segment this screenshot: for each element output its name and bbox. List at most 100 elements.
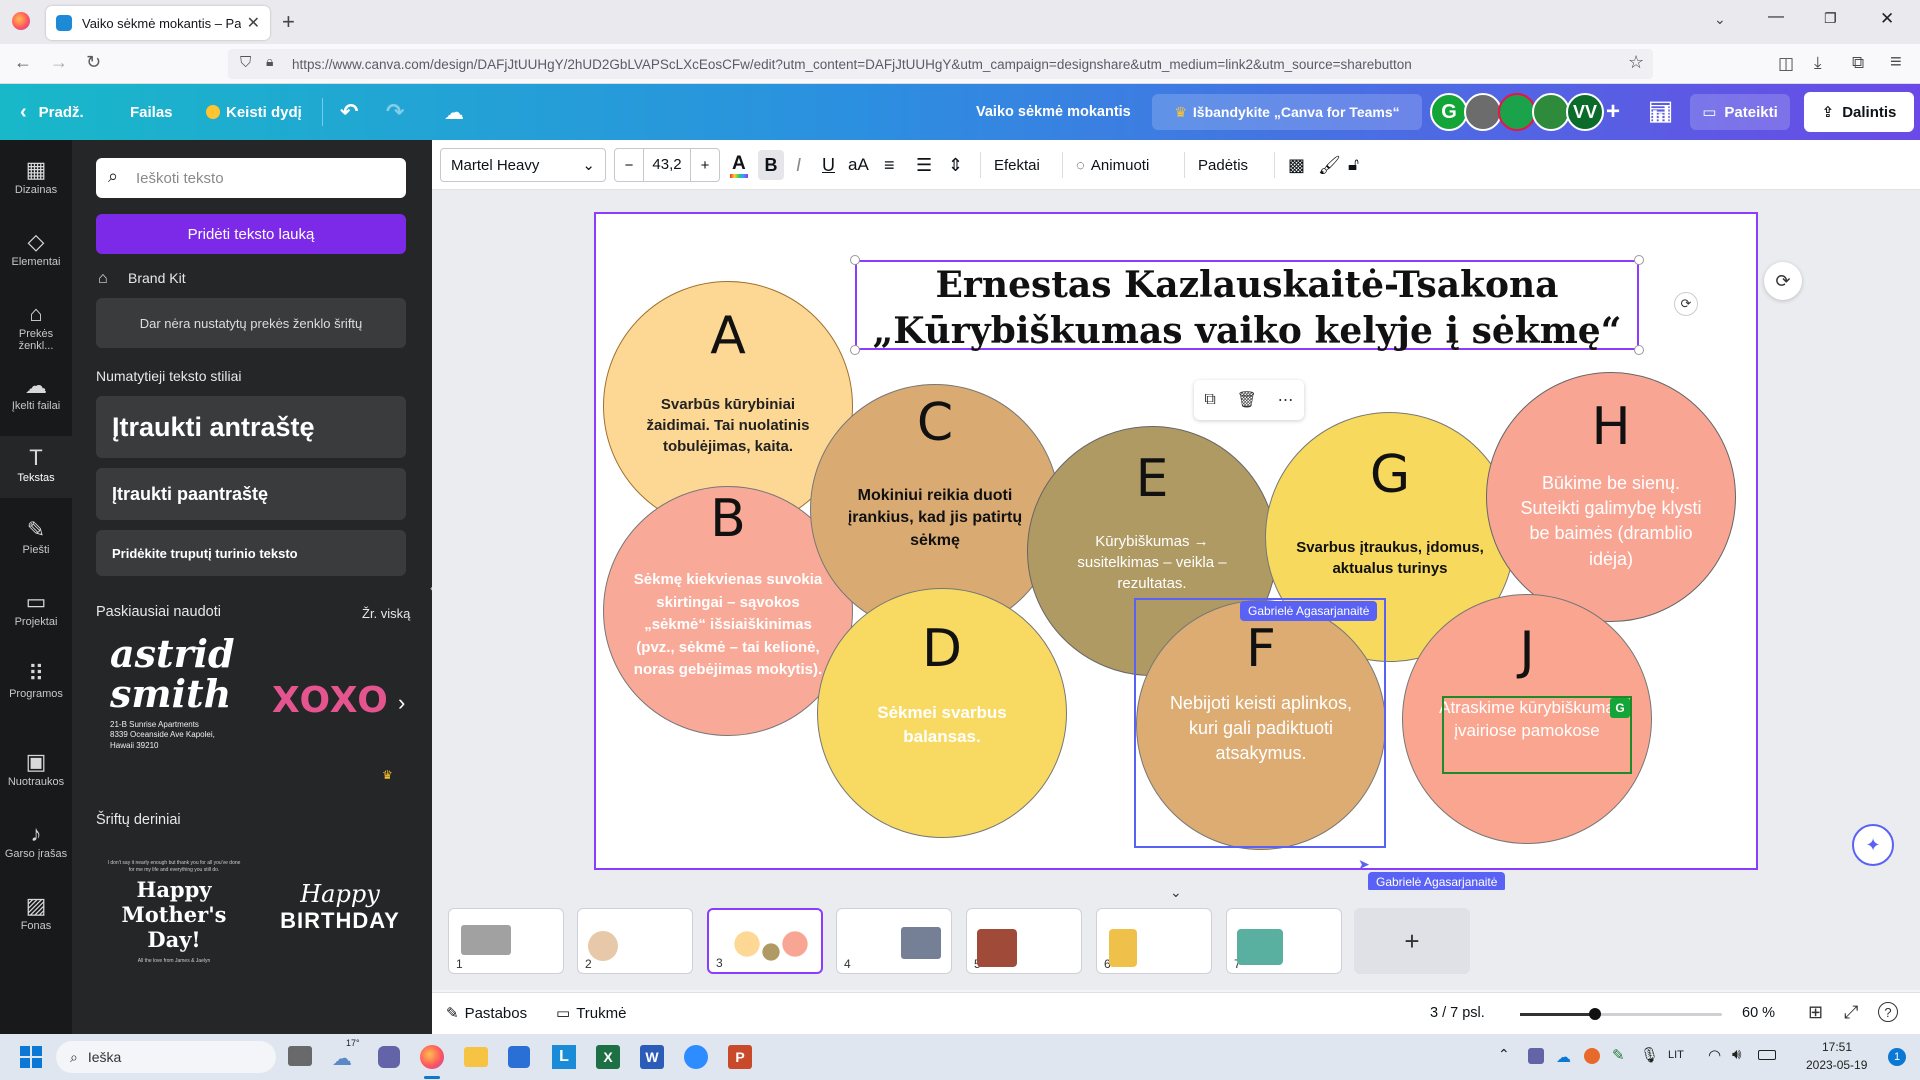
font-size-stepper[interactable]: − 43,2 + [614,148,720,182]
thumb-page-1[interactable]: 1 [448,908,564,974]
minimize-icon[interactable]: — [1768,8,1784,26]
bookmark-star-icon[interactable]: ☆ [1628,52,1644,73]
bullet-list-icon[interactable]: ☰ [916,140,932,190]
battery-icon[interactable] [1758,1050,1776,1060]
word-icon[interactable]: W [640,1045,664,1069]
rail-projects[interactable]: ▭ Projektai [0,580,72,642]
insights-chart-icon[interactable]: 📊︎ [1648,84,1673,140]
tab-list-icon[interactable]: ⌄ [1714,11,1726,28]
tray-app-icon[interactable] [1584,1048,1600,1064]
thumb-page-6[interactable]: 6 [1096,908,1212,974]
document-title[interactable]: Vaiko sėkmė mokantis [976,84,1131,140]
notes-button[interactable]: ✎ Pastabos [446,1004,527,1022]
back-icon[interactable]: ← [14,52,32,73]
text-color-icon[interactable]: A [732,140,746,190]
rail-elements[interactable]: ◇ Elementai [0,220,72,282]
extensions-icon[interactable]: ⧉ [1852,53,1864,73]
page-counter[interactable]: 3 / 7 psl. [1430,1005,1485,1021]
rail-uploads[interactable]: ☁ Įkelti failai [0,364,72,426]
thumb-page-7[interactable]: 7 [1226,908,1342,974]
undo-icon[interactable]: ↶ [340,84,358,140]
tray-mic-icon[interactable]: 🎙︎ [1640,1046,1659,1064]
duplicate-icon[interactable]: ⧉ [1204,391,1215,409]
tray-pen-icon[interactable]: ✎ [1612,1046,1625,1064]
zoom-level[interactable]: 60 % [1742,1005,1775,1021]
lock-icon[interactable]: 🔓︎ [1348,140,1359,190]
volume-icon[interactable]: 🔊︎ [1732,1046,1741,1063]
store-icon[interactable] [508,1046,530,1068]
font-family-dropdown[interactable]: Martel Heavy ⌄ [440,148,606,182]
cloud-save-icon[interactable]: ☁ [444,84,464,140]
thumb-page-4[interactable]: 4 [836,908,952,974]
recent-font-astrid[interactable]: astrid smith 21-B Sunrise Apartments 833… [96,634,246,794]
forward-icon[interactable]: → [50,52,68,73]
lock-icon[interactable]: 🔒︎ [266,53,273,70]
magic-assistant-icon[interactable]: ✦ [1852,824,1894,866]
new-tab-icon[interactable]: + [282,9,295,35]
rail-audio[interactable]: ♪ Garso įrašas [0,812,72,874]
wifi-icon[interactable]: ◠ [1708,1046,1721,1064]
url-field[interactable]: ⛉ 🔒︎ https://www.canva.com/design/DAFjJt… [228,49,1653,79]
combo-mothers-day[interactable]: I don't say it nearly enough but thank y… [96,860,252,1010]
firefox-taskbar-icon[interactable] [420,1045,444,1069]
thumb-page-2[interactable]: 2 [577,908,693,974]
bold-icon[interactable]: B [758,150,784,180]
rotate-handle-icon[interactable]: ⟳ [1674,292,1698,316]
file-explorer-icon[interactable] [464,1047,488,1067]
close-window-icon[interactable]: ✕ [1880,9,1894,29]
windows-start-icon[interactable] [20,1046,42,1068]
avatar-sticker-1[interactable] [1498,93,1536,131]
tray-chevron-up-icon[interactable]: ⌃ [1498,1046,1510,1063]
teams-chat-icon[interactable] [378,1046,400,1068]
lt-app-icon[interactable]: L [552,1045,576,1069]
rail-photos[interactable]: ▣ Nuotraukos [0,740,72,802]
zoom-app-icon[interactable] [684,1045,708,1069]
resize-handle[interactable] [850,255,860,265]
avatar-vv[interactable]: VV [1566,93,1604,131]
animate-button[interactable]: ◌ Animuoti [1076,140,1149,190]
present-button[interactable]: ▭ Pateikti [1690,94,1790,130]
browser-menu-icon[interactable]: ≡ [1890,51,1902,74]
add-collaborator-icon[interactable]: + [1606,84,1620,140]
clock-date[interactable]: 2023-05-19 [1806,1058,1867,1072]
refresh-page-icon[interactable]: ⟳ [1764,262,1802,300]
avatar-sticker-2[interactable] [1532,93,1570,131]
excel-icon[interactable]: X [596,1045,620,1069]
add-subheading-button[interactable]: Įtraukti paantraštę [96,468,406,520]
title-text-box[interactable]: Ernestas Kazlauskaitė-Tsakona „Kūrybišku… [855,260,1639,352]
firefox-menu-icon[interactable] [12,12,30,30]
combo-birthday[interactable]: Happy BIRTHDAY [262,880,418,934]
home-button[interactable]: ‹ Pradž. [20,84,84,140]
effects-button[interactable]: Efektai [994,140,1040,190]
add-page-button[interactable]: + [1354,908,1470,974]
thumbs-toggle-chevron-icon[interactable]: ⌄ [1170,884,1182,901]
powerpoint-icon[interactable]: P [728,1045,752,1069]
zoom-slider-track[interactable] [1520,1008,1722,1020]
rail-design[interactable]: ▦ Dizainas [0,148,72,210]
try-teams-button[interactable]: ♛ Išbandykite „Canva for Teams“ [1152,94,1422,130]
pocket-icon[interactable]: ◫ [1778,54,1794,74]
help-icon[interactable]: ? [1878,1002,1898,1022]
rail-text[interactable]: T Tekstas [0,436,72,498]
letter-case-icon[interactable]: aA [848,140,869,190]
line-spacing-icon[interactable]: ⇕ [948,140,963,190]
recent-font-xoxo[interactable]: XOXO [272,680,389,721]
position-button[interactable]: Padėtis [1198,140,1248,190]
thumb-page-3-active[interactable]: 3 [707,908,823,974]
weather-cloud-icon[interactable]: ☁ [332,1046,352,1071]
zoom-slider-thumb[interactable] [1588,1008,1601,1020]
avatar-photo[interactable] [1464,93,1502,131]
rail-background[interactable]: ▨ Fonas [0,884,72,946]
decrease-size-button[interactable]: − [615,157,643,174]
thumb-page-5[interactable]: 5 [966,908,1082,974]
close-tab-icon[interactable]: ✕ [247,13,260,33]
more-options-icon[interactable]: ⋯ [1278,390,1294,410]
add-heading-button[interactable]: Įtraukti antraštę [96,396,406,458]
circle-h[interactable]: H Būkime be sienų. Suteikti galimybę kly… [1486,372,1736,622]
clock-time[interactable]: 17:51 [1822,1040,1852,1054]
timing-button[interactable]: ▭ Trukmė [556,1004,626,1022]
resize-button[interactable]: Keisti dydį [206,84,302,140]
resize-handle[interactable] [1634,255,1644,265]
fullscreen-icon[interactable]: ⤢ [1844,1002,1858,1023]
chevron-right-icon[interactable]: › [398,690,405,716]
